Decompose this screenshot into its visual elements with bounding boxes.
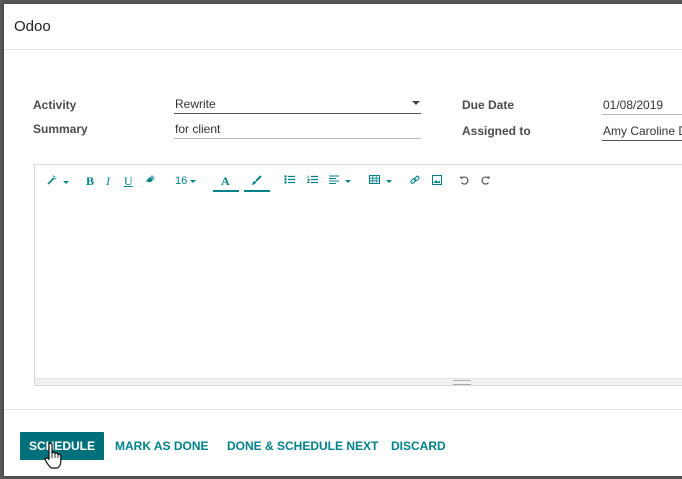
magic-wand-icon [47, 175, 57, 185]
bold-button[interactable]: B [86, 175, 94, 187]
resize-handle[interactable] [453, 380, 471, 385]
due-date-field[interactable]: 01/08/2019 [602, 98, 682, 115]
image-button[interactable] [432, 175, 442, 188]
assigned-to-value: Amy Caroline D [603, 124, 682, 138]
link-button[interactable] [410, 175, 420, 188]
undo-button[interactable] [459, 175, 469, 188]
activity-label: Activity [33, 98, 77, 112]
table-icon [369, 175, 380, 184]
image-icon [432, 175, 442, 185]
assigned-to-label: Assigned to [462, 124, 531, 138]
activity-value: Rewrite [175, 97, 216, 111]
dialog-header: Odoo [4, 4, 682, 50]
font-color-button[interactable]: A [221, 175, 230, 187]
due-date-value: 01/08/2019 [603, 98, 664, 112]
font-color-indicator [213, 190, 239, 192]
editor-toolbar: B I U 16 A [35, 165, 682, 199]
schedule-activity-dialog: Odoo Activity Rewrite Summary for client… [4, 4, 682, 476]
link-icon [410, 175, 420, 184]
font-size-value: 16 [175, 175, 188, 187]
highlight-button[interactable] [251, 175, 262, 189]
summary-label: Summary [33, 122, 88, 136]
numbered-list-icon [306, 175, 318, 184]
bullet-list-icon [284, 175, 295, 184]
done-schedule-next-button[interactable]: DONE & SCHEDULE NEXT [218, 432, 387, 460]
align-left-icon [329, 175, 339, 185]
dialog-footer: SCHEDULE MARK AS DONE DONE & SCHEDULE NE… [4, 409, 682, 477]
activity-select[interactable]: Rewrite [174, 97, 421, 114]
dialog-title: Odoo [14, 18, 51, 35]
font-size-dropdown[interactable]: 16 [175, 175, 196, 187]
due-date-label: Due Date [462, 98, 515, 112]
bullet-list-button[interactable] [284, 175, 295, 187]
chevron-down-icon[interactable] [412, 101, 420, 105]
editor-statusbar [35, 378, 682, 385]
paintbrush-icon [252, 175, 262, 185]
underline-button[interactable]: U [124, 175, 133, 187]
highlight-indicator [244, 190, 270, 192]
redo-button[interactable] [481, 175, 491, 188]
table-dropdown[interactable] [369, 175, 392, 187]
undo-icon [459, 176, 469, 185]
numbered-list-button[interactable] [306, 175, 318, 187]
eraser-icon [146, 175, 155, 182]
note-editor[interactable]: B I U 16 A [34, 164, 682, 386]
assigned-to-field[interactable]: Amy Caroline D [602, 124, 682, 141]
discard-button[interactable]: DISCARD [382, 432, 455, 460]
align-dropdown[interactable] [329, 175, 351, 187]
eraser-button[interactable] [145, 175, 156, 187]
summary-value: for client [175, 122, 221, 136]
mark-as-done-button[interactable]: MARK AS DONE [106, 432, 218, 460]
italic-button[interactable]: I [106, 175, 110, 187]
summary-field[interactable]: for client [174, 122, 421, 139]
hand-pointer-icon [44, 442, 62, 469]
redo-icon [481, 176, 491, 185]
style-dropdown[interactable] [47, 175, 69, 188]
